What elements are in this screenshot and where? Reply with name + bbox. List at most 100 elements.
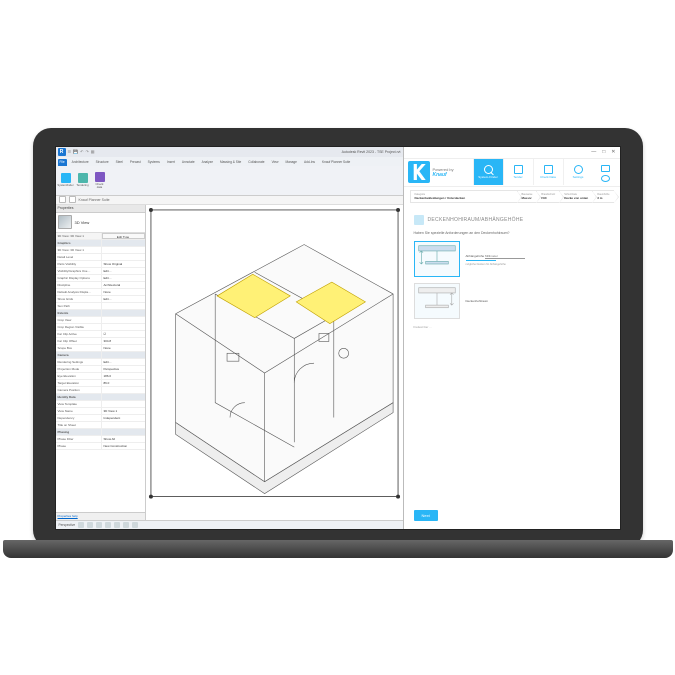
ribbon-tab[interactable]: Annotate [180, 159, 197, 166]
ribbon-tab[interactable]: Structure [94, 159, 111, 166]
knauf-plugin-panel: — □ ✕ Powered by Knauf System-Finder Ten… [404, 147, 620, 529]
mail-icon[interactable] [601, 165, 610, 172]
option-deckenhohlraum[interactable]: Deckenhohlraum [414, 283, 610, 319]
ribbon-tab[interactable]: Insert [165, 159, 177, 166]
property-value[interactable]: None [102, 289, 145, 295]
search-icon [484, 165, 493, 174]
status-icon[interactable] [78, 522, 84, 528]
ribbon-tab[interactable]: Precast [128, 159, 143, 166]
status-icon[interactable] [123, 522, 129, 528]
option-input[interactable] [485, 254, 525, 259]
gear-icon [574, 165, 583, 174]
properties-type-selector[interactable]: 3D View [56, 213, 145, 233]
property-value[interactable]: None [102, 345, 145, 351]
property-key: Crop View [56, 317, 102, 323]
tool-icon[interactable] [59, 196, 66, 203]
property-value[interactable]: Show All [102, 436, 145, 442]
sub-toolbar-label: Knauf Planner Suite [79, 198, 110, 202]
property-key: Default Analysis Displa… [56, 289, 102, 295]
edit-type-button[interactable]: Edit Type [102, 233, 145, 239]
ribbon-button-checkdata[interactable]: Check data [93, 170, 107, 190]
3d-viewport[interactable] [146, 205, 403, 520]
property-value[interactable]: Show Original [102, 261, 145, 267]
property-value[interactable]: 3D View 1 [102, 408, 145, 414]
breadcrumb-step[interactable]: KategorieDeckenbekleidungen / Unterdecke… [410, 190, 517, 203]
property-key: Phase [56, 443, 102, 449]
nav-tender[interactable]: Tender [503, 159, 533, 185]
status-icon[interactable] [105, 522, 111, 528]
property-value[interactable]: Edit… [102, 268, 145, 274]
ribbon-tab[interactable]: Knauf Planner Suite [320, 159, 352, 166]
3d-floorplan-drawing [146, 205, 403, 502]
qat-icon[interactable]: ▦ [91, 149, 95, 154]
property-value[interactable] [102, 254, 145, 260]
next-button[interactable]: Next [414, 510, 438, 521]
nav-settings[interactable]: Settings [563, 159, 593, 185]
tool-icon[interactable] [69, 196, 76, 203]
property-value[interactable]: 86.0 [102, 380, 145, 386]
nav-system-finder[interactable]: System-Finder [473, 159, 503, 185]
property-value[interactable]: ☑ [102, 331, 145, 337]
ribbon-tab[interactable]: Massing & Site [218, 159, 243, 166]
ribbon-tab[interactable]: Add-Ins [302, 159, 317, 166]
ribbon-tab[interactable]: Analyze [200, 159, 215, 166]
option-abhaengehoehe[interactable]: Abhängehöhe mögliche Decken für Abhängeh… [414, 241, 610, 277]
ribbon-panel: Systemfinder Tendering Check data [56, 166, 403, 196]
close-icon[interactable]: ✕ [611, 149, 615, 155]
status-icon[interactable] [87, 522, 93, 528]
property-value[interactable]: 186.0 [102, 373, 145, 379]
property-key: Show Grids [56, 296, 102, 302]
property-value[interactable]: Independent [102, 415, 145, 421]
property-value[interactable]: New Construction [102, 443, 145, 449]
qat-save-icon[interactable]: 💾 [73, 149, 78, 154]
view-cube-icon [58, 215, 72, 229]
info-icon[interactable] [601, 175, 610, 182]
ribbon-button-systemfinder[interactable]: Systemfinder [59, 170, 73, 190]
status-icon[interactable] [132, 522, 138, 528]
revit-quick-access-toolbar: R ☰ 💾 ↶ ↷ ▦ Autodesk Revit 2023 - TSE Pr… [56, 147, 403, 157]
property-key: Parts Visibility [56, 261, 102, 267]
status-icon[interactable] [96, 522, 102, 528]
plugin-content: DECKENHOHlRAUM/ABHÄNGEHÖHE Haben Sie spe… [404, 207, 620, 502]
properties-panel: Properties 3D View 3D View: 3D View 1 Ed… [56, 205, 146, 520]
property-value[interactable]: Perspective [102, 366, 145, 372]
revit-logo-icon: R [58, 148, 66, 156]
ribbon-tab[interactable]: View [270, 159, 281, 166]
sub-toolbar: Knauf Planner Suite [56, 196, 403, 205]
property-value[interactable]: Edit… [102, 359, 145, 365]
qat-undo-icon[interactable]: ↶ [80, 149, 83, 154]
ribbon-tab[interactable]: Manage [283, 159, 299, 166]
property-value[interactable] [102, 303, 145, 309]
minimize-icon[interactable]: — [591, 149, 596, 155]
plugin-window-controls: — □ ✕ [404, 147, 620, 159]
qat-redo-icon[interactable]: ↷ [85, 149, 88, 154]
property-value[interactable] [102, 401, 145, 407]
ribbon-tab[interactable]: Steel [114, 159, 125, 166]
ribbon-button-tendering[interactable]: Tendering [76, 170, 90, 190]
property-value[interactable] [102, 387, 145, 393]
ribbon-tab[interactable]: Collaborate [246, 159, 266, 166]
property-section: Phasing [56, 429, 102, 435]
property-value[interactable]: 304.8 [102, 338, 145, 344]
property-value[interactable] [102, 317, 145, 323]
property-value[interactable]: Edit… [102, 296, 145, 302]
file-tab[interactable]: File [58, 159, 67, 166]
property-key: Eye Elevation [56, 373, 102, 379]
nav-check-data[interactable]: Check Data [533, 159, 563, 185]
property-value[interactable] [102, 324, 145, 330]
property-key: 3D View: 3D View 1 [56, 247, 102, 253]
property-key: View Template [56, 401, 102, 407]
property-value[interactable]: Edit… [102, 275, 145, 281]
properties-help-link[interactable]: Properties help [56, 512, 145, 520]
status-icon[interactable] [114, 522, 120, 528]
properties-grid: Graphics3D View: 3D View 1Detail LevelPa… [56, 240, 145, 512]
freitext-label: Freitext hier … [414, 325, 610, 329]
ribbon-tab[interactable]: Architecture [70, 159, 91, 166]
property-value[interactable] [102, 247, 145, 253]
property-value[interactable] [102, 422, 145, 428]
property-value[interactable]: Architectural [102, 282, 145, 288]
ribbon-tab[interactable]: Systems [146, 159, 162, 166]
property-key: Crop Region Visible [56, 324, 102, 330]
maximize-icon[interactable]: □ [602, 149, 605, 155]
qat-icon[interactable]: ☰ [68, 149, 72, 154]
